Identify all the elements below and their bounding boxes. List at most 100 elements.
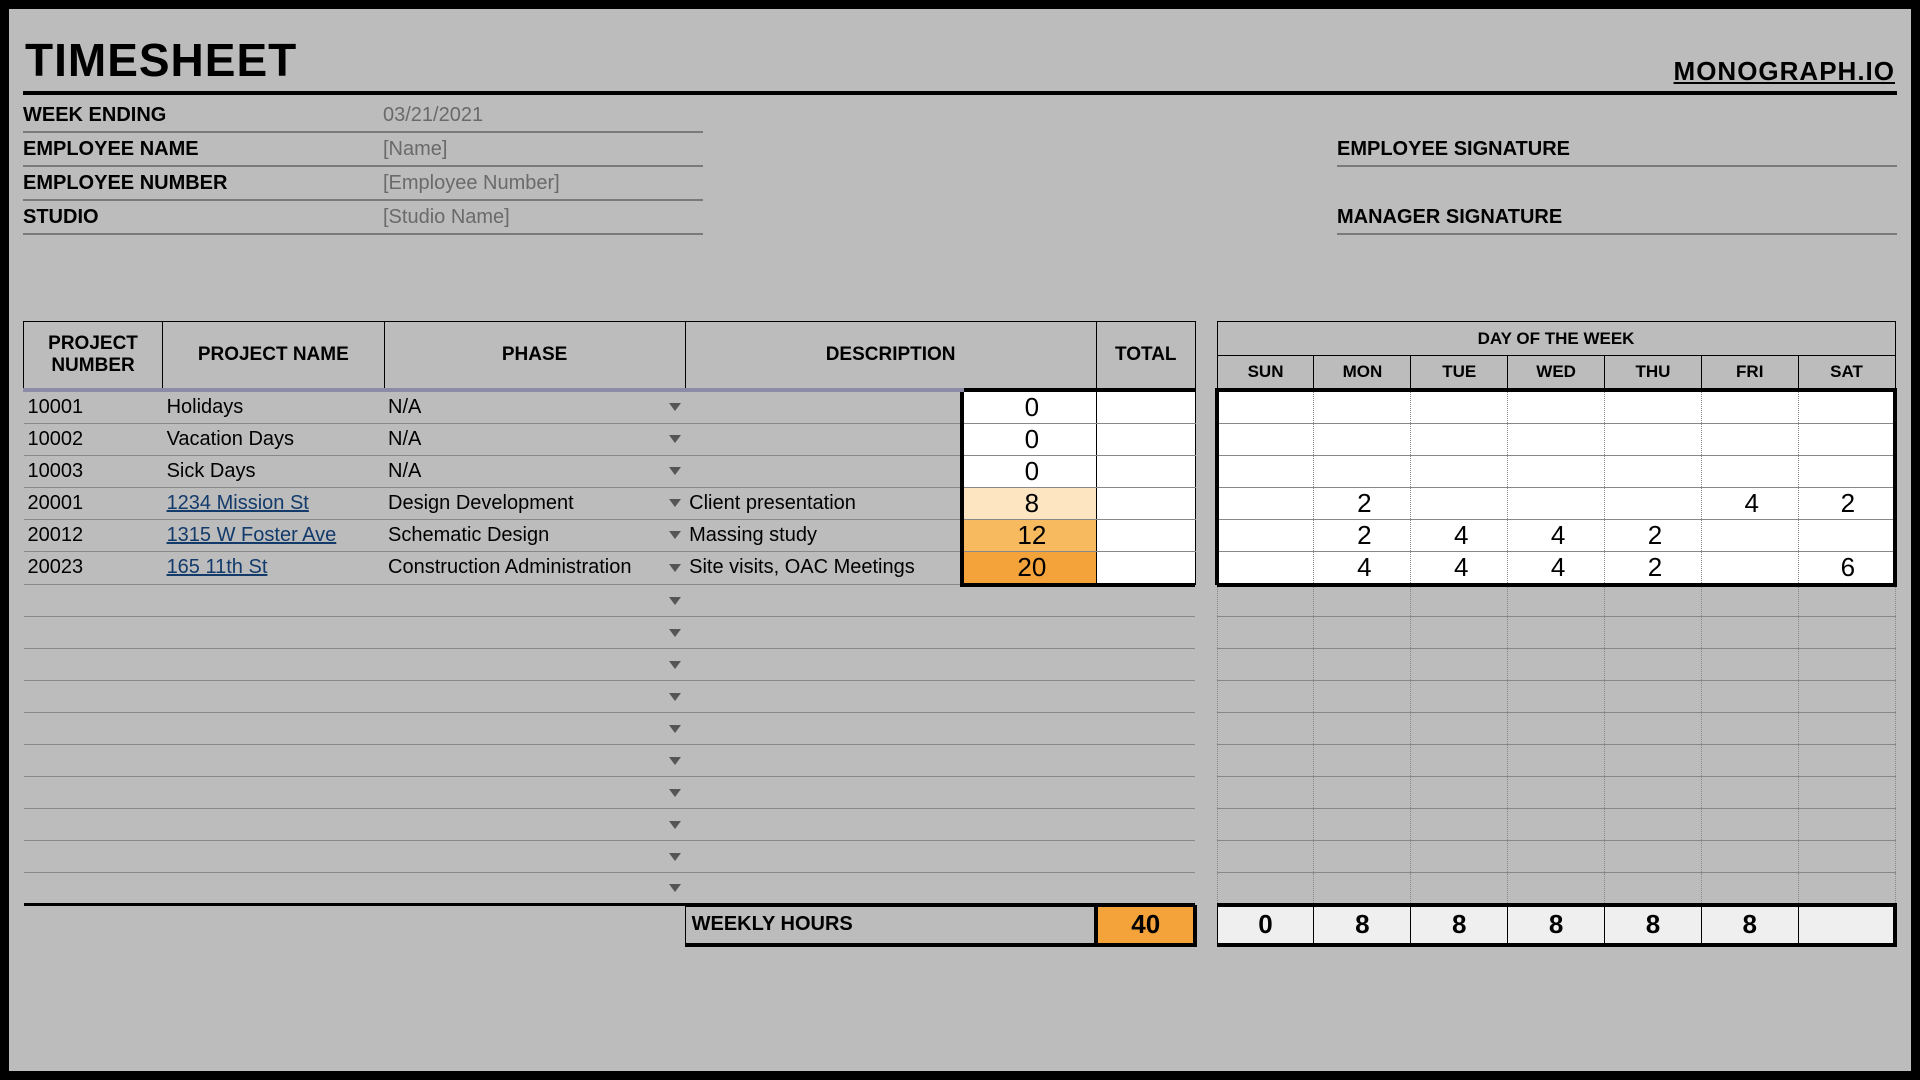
empty-day-cell[interactable] (1508, 809, 1605, 841)
empty-cell[interactable] (1096, 713, 1195, 745)
cell-project-number[interactable]: 20023 (24, 551, 163, 585)
brand-link[interactable]: MONOGRAPH.IO (1674, 56, 1895, 87)
empty-cell[interactable] (1096, 745, 1195, 777)
empty-day-cell[interactable] (1605, 681, 1702, 713)
empty-day-cell[interactable] (1217, 809, 1314, 841)
empty-day-cell[interactable] (1411, 745, 1508, 777)
empty-day-cell[interactable] (1701, 713, 1798, 745)
cell-phase[interactable]: Schematic Design (384, 519, 685, 551)
empty-day-cell[interactable] (1411, 713, 1508, 745)
empty-day-cell[interactable] (1701, 681, 1798, 713)
employee-name-value[interactable]: [Name] (383, 138, 447, 161)
empty-day-cell[interactable] (1508, 745, 1605, 777)
empty-cell[interactable] (1096, 841, 1195, 873)
cell-phase[interactable]: Design Development (384, 487, 685, 519)
empty-day-cell[interactable] (1701, 617, 1798, 649)
empty-day-cell[interactable] (1217, 585, 1314, 617)
chevron-down-icon[interactable] (669, 403, 681, 411)
empty-day-cell[interactable] (1508, 873, 1605, 905)
empty-cell[interactable] (163, 585, 384, 617)
empty-cell[interactable] (1096, 649, 1195, 681)
empty-day-cell[interactable] (1217, 681, 1314, 713)
empty-cell[interactable] (163, 649, 384, 681)
empty-cell[interactable] (384, 649, 685, 681)
empty-cell[interactable] (685, 681, 962, 713)
chevron-down-icon[interactable] (669, 789, 681, 797)
empty-day-cell[interactable] (1314, 617, 1411, 649)
empty-day-cell[interactable] (1411, 809, 1508, 841)
cell-description[interactable]: Client presentation (685, 487, 962, 519)
empty-cell[interactable] (24, 585, 163, 617)
empty-cell[interactable] (163, 681, 384, 713)
empty-day-cell[interactable] (1798, 713, 1895, 745)
empty-day-cell[interactable] (1217, 873, 1314, 905)
empty-day-cell[interactable] (1798, 681, 1895, 713)
cell-project-number[interactable]: 10001 (24, 390, 163, 424)
empty-day-cell[interactable] (1508, 841, 1605, 873)
chevron-down-icon[interactable] (669, 499, 681, 507)
cell-day[interactable] (1605, 487, 1702, 519)
empty-day-cell[interactable] (1605, 777, 1702, 809)
cell-project-name[interactable]: Vacation Days (163, 423, 384, 455)
chevron-down-icon[interactable] (669, 693, 681, 701)
empty-day-cell[interactable] (1411, 649, 1508, 681)
cell-day[interactable]: 2 (1314, 487, 1411, 519)
cell-day[interactable] (1701, 455, 1798, 487)
cell-project-number[interactable]: 20001 (24, 487, 163, 519)
cell-day[interactable] (1508, 455, 1605, 487)
cell-day[interactable]: 4 (1411, 551, 1508, 585)
empty-day-cell[interactable] (1798, 841, 1895, 873)
empty-cell[interactable] (163, 777, 384, 809)
empty-cell[interactable] (962, 681, 1096, 713)
empty-cell[interactable] (962, 841, 1096, 873)
empty-day-cell[interactable] (1217, 777, 1314, 809)
empty-day-cell[interactable] (1314, 809, 1411, 841)
cell-day[interactable]: 2 (1605, 519, 1702, 551)
empty-day-cell[interactable] (1798, 777, 1895, 809)
chevron-down-icon[interactable] (669, 757, 681, 765)
empty-cell[interactable] (24, 649, 163, 681)
cell-day[interactable] (1605, 390, 1702, 424)
cell-day[interactable] (1217, 455, 1314, 487)
empty-cell[interactable] (24, 841, 163, 873)
empty-cell[interactable] (384, 585, 685, 617)
cell-total-blank[interactable] (1096, 519, 1195, 551)
empty-cell[interactable] (962, 809, 1096, 841)
cell-project-name[interactable]: Holidays (163, 390, 384, 424)
cell-phase[interactable]: N/A (384, 455, 685, 487)
empty-cell[interactable] (685, 809, 962, 841)
empty-day-cell[interactable] (1605, 617, 1702, 649)
cell-phase[interactable]: N/A (384, 423, 685, 455)
chevron-down-icon[interactable] (669, 467, 681, 475)
cell-project-name[interactable]: 165 11th St (163, 551, 384, 585)
empty-cell[interactable] (24, 873, 163, 905)
cell-day[interactable] (1314, 390, 1411, 424)
chevron-down-icon[interactable] (669, 597, 681, 605)
empty-day-cell[interactable] (1798, 649, 1895, 681)
empty-cell[interactable] (962, 777, 1096, 809)
empty-day-cell[interactable] (1217, 713, 1314, 745)
empty-day-cell[interactable] (1508, 713, 1605, 745)
empty-cell[interactable] (685, 777, 962, 809)
empty-day-cell[interactable] (1605, 585, 1702, 617)
empty-day-cell[interactable] (1411, 777, 1508, 809)
empty-cell[interactable] (962, 873, 1096, 905)
cell-day[interactable] (1314, 423, 1411, 455)
cell-day[interactable] (1508, 423, 1605, 455)
cell-day[interactable] (1798, 455, 1895, 487)
empty-cell[interactable] (384, 713, 685, 745)
cell-day[interactable]: 2 (1798, 487, 1895, 519)
empty-cell[interactable] (24, 713, 163, 745)
empty-cell[interactable] (24, 617, 163, 649)
empty-cell[interactable] (384, 745, 685, 777)
cell-phase[interactable]: Construction Administration (384, 551, 685, 585)
cell-project-number[interactable]: 10003 (24, 455, 163, 487)
cell-day[interactable] (1411, 390, 1508, 424)
empty-day-cell[interactable] (1605, 745, 1702, 777)
chevron-down-icon[interactable] (669, 821, 681, 829)
empty-day-cell[interactable] (1217, 617, 1314, 649)
cell-day[interactable] (1701, 551, 1798, 585)
empty-day-cell[interactable] (1508, 617, 1605, 649)
empty-cell[interactable] (1096, 777, 1195, 809)
cell-day[interactable] (1508, 487, 1605, 519)
